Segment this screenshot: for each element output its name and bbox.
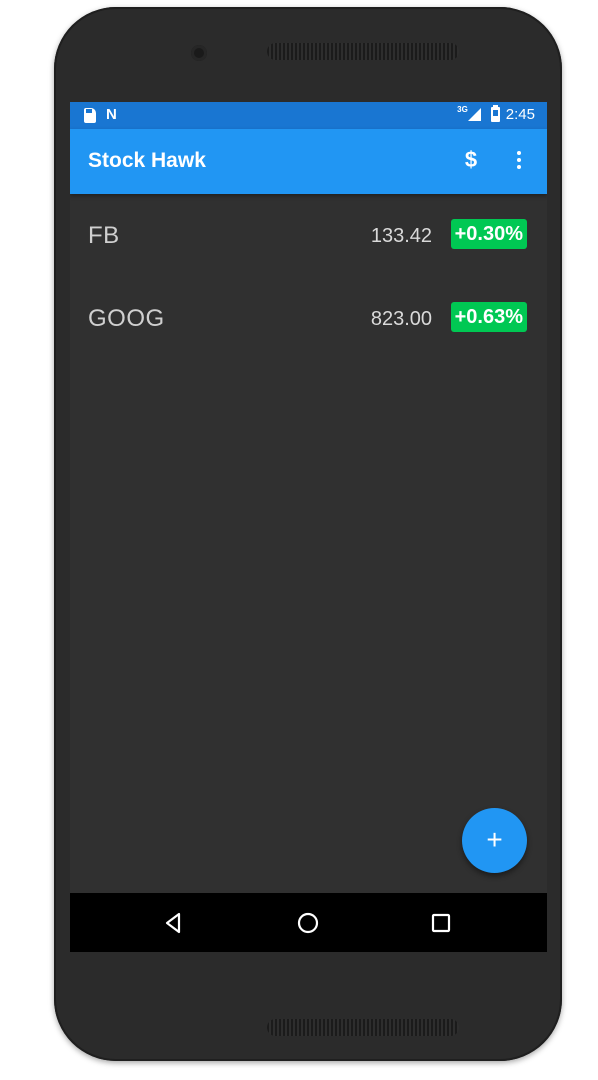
stock-symbol: GOOG <box>88 305 165 332</box>
status-bar: N 3G 2:45 <box>70 102 547 129</box>
battery-icon <box>490 105 500 122</box>
status-time: 2:45 <box>505 106 535 123</box>
home-icon[interactable] <box>290 905 326 941</box>
recent-apps-icon[interactable] <box>423 905 459 941</box>
stock-change-badge: +0.63% <box>450 302 527 332</box>
stock-change-badge: +0.30% <box>450 219 527 249</box>
stock-price: 823.00 <box>370 308 432 330</box>
stock-row-goog[interactable]: GOOG 823.00 +0.63% <box>70 279 547 359</box>
stock-symbol: FB <box>88 222 120 249</box>
bottom-speaker <box>267 1019 459 1036</box>
overflow-menu-icon[interactable] <box>511 149 527 173</box>
sd-card-icon <box>84 107 96 123</box>
back-icon[interactable] <box>155 905 191 941</box>
signal-icon <box>467 108 481 121</box>
n-notification-icon: N <box>106 106 117 123</box>
front-camera <box>191 45 207 61</box>
stock-row-fb[interactable]: FB 133.42 +0.30% <box>70 196 547 276</box>
dollar-icon[interactable]: $ <box>460 147 482 175</box>
stock-price: 133.42 <box>370 225 432 247</box>
app-title: Stock Hawk <box>88 149 206 172</box>
network-type-label: 3G <box>457 105 468 114</box>
top-speaker <box>267 43 459 60</box>
app-bar: Stock Hawk $ <box>70 129 547 194</box>
app-screen: N 3G 2:45 Stock Hawk $ FB 133.42 +0.30% … <box>70 102 547 952</box>
add-stock-button[interactable]: + <box>462 808 527 873</box>
navigation-bar <box>70 893 547 952</box>
